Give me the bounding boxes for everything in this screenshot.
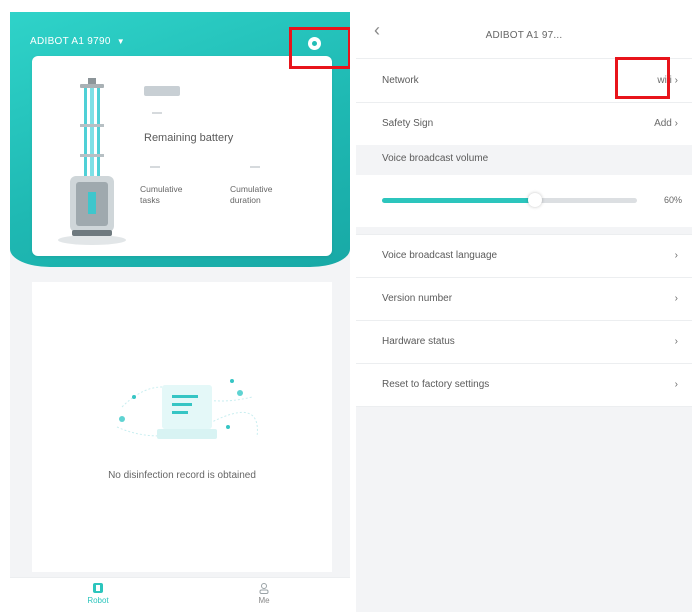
cumulative-duration-label: Cumulative duration	[230, 184, 273, 205]
empty-records-message: No disinfection record is obtained	[108, 470, 256, 481]
bottom-tab-bar: Robot Me	[10, 577, 350, 612]
settings-header: ‹ ADIBOT A1 97...	[356, 12, 692, 58]
robot-illustration	[58, 78, 126, 245]
divider	[356, 406, 692, 407]
device-selector[interactable]: ADIBOT A1 9790 ▼	[30, 36, 125, 47]
tab-robot[interactable]: Robot	[68, 582, 128, 605]
settings-highlight-box	[289, 27, 350, 69]
status-badge	[144, 86, 180, 96]
disinfection-records-panel: No disinfection record is obtained	[32, 282, 332, 572]
settings-item-voice-language[interactable]: Voice broadcast language ›	[356, 235, 692, 277]
chevron-right-icon: ›	[674, 118, 678, 129]
chevron-right-icon: ›	[674, 75, 678, 86]
cumulative-tasks-label: Cumulative tasks	[140, 184, 183, 205]
settings-item-hardware-status[interactable]: Hardware status ›	[356, 321, 692, 363]
safety-sign-row[interactable]: Safety Sign Add ›	[356, 103, 692, 145]
settings-title: ADIBOT A1 97...	[485, 30, 563, 41]
device-title: ADIBOT A1 9790	[30, 36, 111, 47]
tasks-value-placeholder	[150, 166, 160, 168]
remaining-battery-label: Remaining battery	[144, 132, 234, 144]
settings-item-version-number[interactable]: Version number ›	[356, 278, 692, 320]
tab-robot-label: Robot	[87, 596, 109, 605]
duration-value-placeholder	[250, 166, 260, 168]
safety-sign-label: Safety Sign	[382, 118, 434, 129]
volume-slider-thumb[interactable]	[528, 193, 542, 207]
chevron-down-icon: ▼	[116, 37, 125, 46]
volume-slider-fill	[382, 198, 535, 203]
volume-section-header: Voice broadcast volume	[356, 145, 692, 175]
safety-sign-value: Add ›	[654, 118, 678, 129]
robot-settings-screen: ‹ ADIBOT A1 97... Network wifi › Safety …	[356, 12, 692, 612]
volume-slider[interactable]	[382, 193, 637, 207]
volume-value: 60%	[663, 195, 682, 205]
empty-records-illustration	[116, 379, 258, 439]
chevron-right-icon: ›	[674, 379, 678, 390]
battery-value-placeholder	[152, 112, 162, 114]
voice-language-label: Voice broadcast language	[382, 250, 498, 261]
chevron-right-icon: ›	[674, 336, 678, 347]
network-highlight-box	[615, 57, 670, 99]
robot-home-screen: ADIBOT A1 9790 ▼ Remaining battery Cumul…	[10, 12, 350, 612]
network-label: Network	[382, 75, 419, 86]
hardware-status-label: Hardware status	[382, 336, 455, 347]
tab-me-label: Me	[258, 596, 270, 605]
volume-section-label: Voice broadcast volume	[382, 153, 489, 164]
robot-status-card[interactable]: Remaining battery Cumulative tasks Cumul…	[32, 56, 332, 256]
chevron-right-icon: ›	[674, 250, 678, 261]
robot-icon	[93, 583, 103, 593]
version-number-label: Version number	[382, 293, 453, 304]
person-icon	[259, 583, 269, 594]
settings-item-factory-reset[interactable]: Reset to factory settings ›	[356, 364, 692, 406]
factory-reset-label: Reset to factory settings	[382, 379, 490, 390]
tab-me[interactable]: Me	[234, 582, 294, 605]
chevron-right-icon: ›	[674, 293, 678, 304]
